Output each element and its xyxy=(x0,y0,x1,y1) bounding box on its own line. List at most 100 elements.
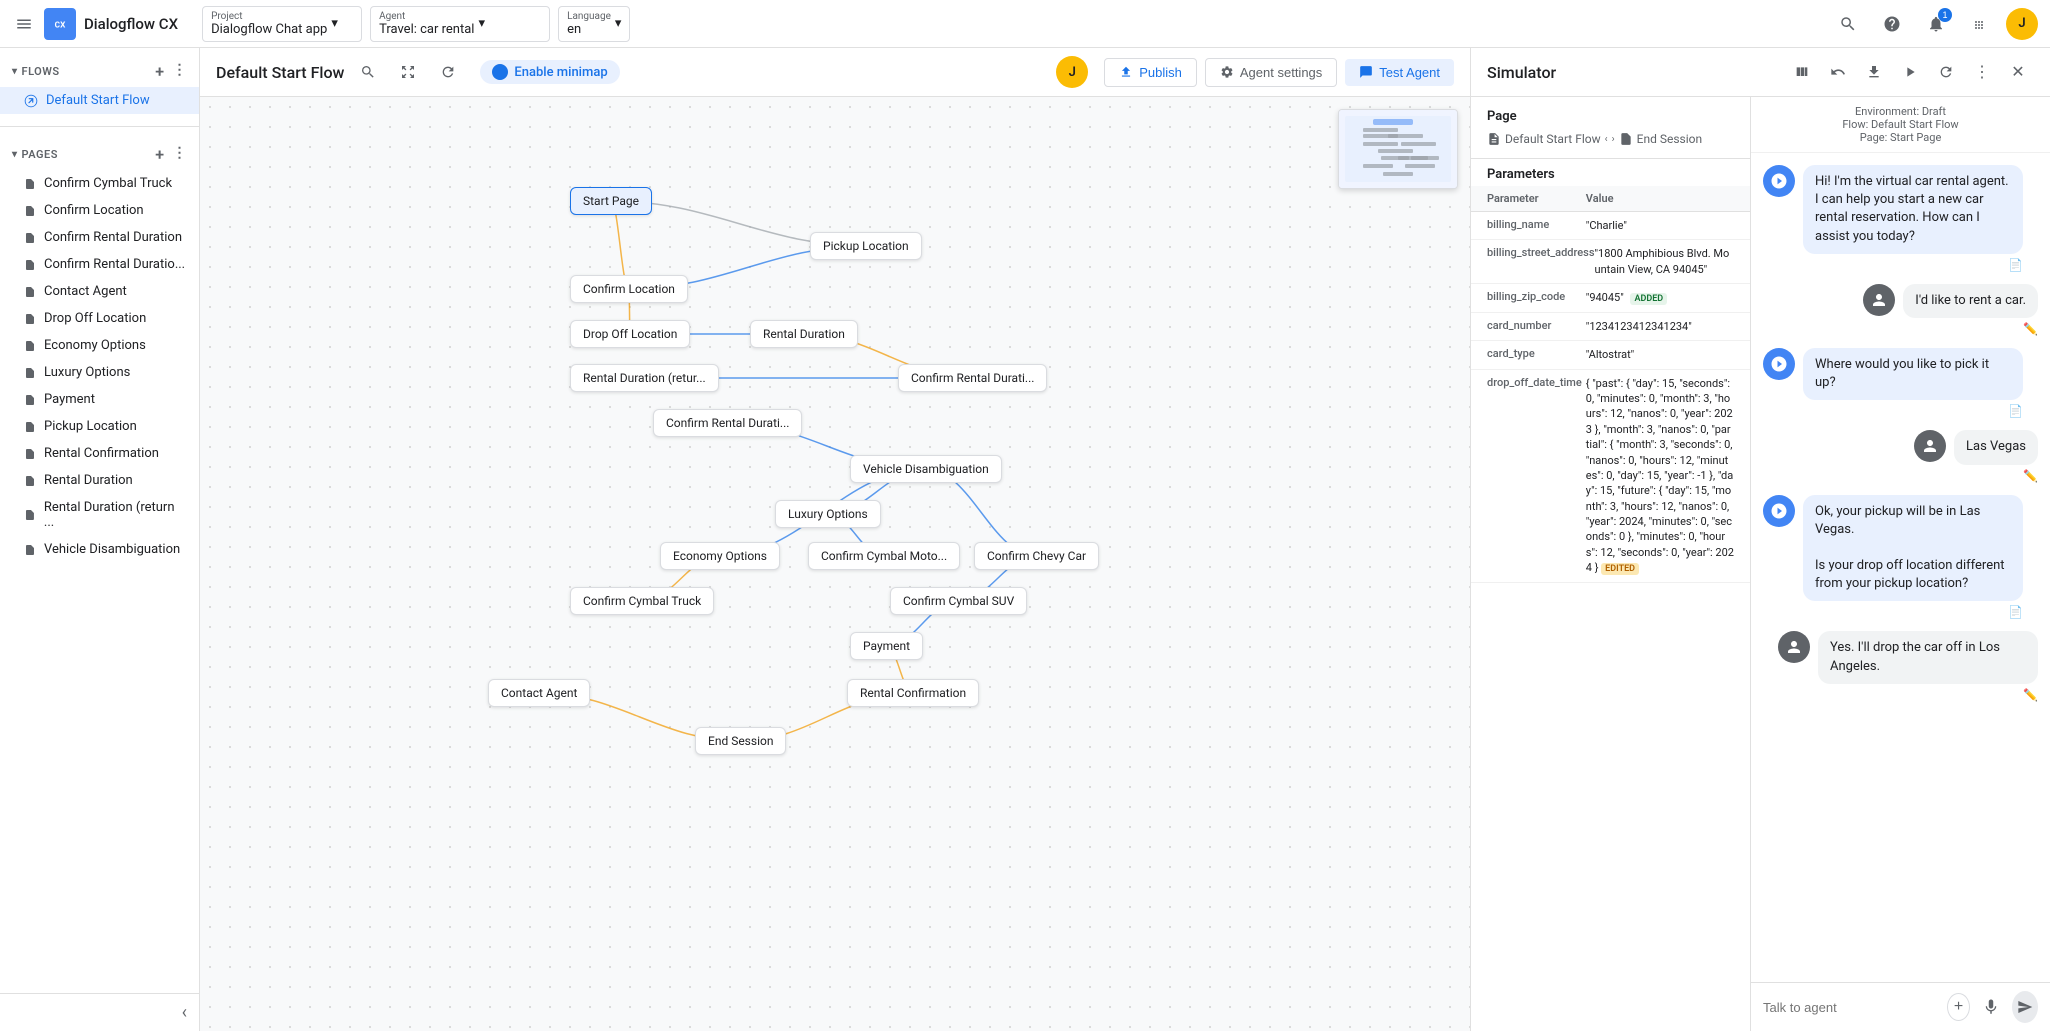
notifications-button[interactable]: 1 xyxy=(1918,6,1954,42)
chat-send-button[interactable] xyxy=(2012,991,2038,1023)
user-avatar-1 xyxy=(1863,284,1895,316)
agent-avatar-4 xyxy=(1763,495,1795,527)
sidebar-item-13[interactable]: Vehicle Disambiguation xyxy=(0,536,199,563)
sim-refresh-button[interactable] xyxy=(1930,56,1962,88)
chat-panel: Environment: Draft Flow: Default Start F… xyxy=(1751,97,2050,1031)
chat-input[interactable] xyxy=(1763,1000,1939,1015)
flow-node-rental-conf[interactable]: Rental Confirmation xyxy=(847,679,979,707)
flow-node-pickup[interactable]: Pickup Location xyxy=(810,232,922,260)
param-row-1: billing_street_address"1800 Amphibious B… xyxy=(1471,240,1750,284)
pages-add-button[interactable]: + xyxy=(155,145,164,164)
edit-icon-1[interactable]: ✏️ xyxy=(2023,322,2038,336)
agent-dropdown-arrow: ▾ xyxy=(478,16,485,31)
menu-icon[interactable] xyxy=(12,12,36,36)
flow-node-dropoff[interactable]: Drop Off Location xyxy=(570,320,690,348)
flow-node-economy[interactable]: Economy Options xyxy=(660,542,780,570)
flow-node-confirm-cymbal-moto[interactable]: Confirm Cymbal Moto... xyxy=(808,542,960,570)
sidebar-item-12[interactable]: Rental Duration (return ... xyxy=(0,494,199,536)
sidebar-item-10[interactable]: Rental Confirmation xyxy=(0,440,199,467)
flow-node-confirm-cymbal-suv[interactable]: Confirm Cymbal SUV xyxy=(890,587,1027,615)
zoom-fit-button[interactable] xyxy=(392,56,424,88)
flow-node-confirm-rental-dur[interactable]: Confirm Rental Durati... xyxy=(898,364,1047,392)
sim-export-button[interactable] xyxy=(1858,56,1890,88)
sim-columns-button[interactable] xyxy=(1786,56,1818,88)
sidebar-collapse-button[interactable]: ‹ xyxy=(182,1002,187,1023)
top-nav: CX Dialogflow CX Project Dialogflow Chat… xyxy=(0,0,2050,48)
agent-settings-button[interactable]: Agent settings xyxy=(1205,58,1337,87)
publish-button[interactable]: Publish xyxy=(1104,58,1197,87)
breadcrumb-arrow-right: › xyxy=(1612,134,1615,145)
sim-play-button[interactable] xyxy=(1894,56,1926,88)
flows-label: FLOWS xyxy=(22,65,60,78)
agent-dropdown[interactable]: Agent Travel: car rental ▾ xyxy=(370,6,550,42)
sidebar-item-1[interactable]: Confirm Location xyxy=(0,197,199,224)
user-avatar-5 xyxy=(1778,631,1810,663)
canvas-area: Default Start Flow Enable minimap J Publ… xyxy=(200,48,1470,1031)
flow-canvas[interactable]: Start Page Pickup Location Confirm Locatio… xyxy=(200,97,1470,1031)
refresh-button[interactable] xyxy=(432,56,464,88)
sidebar-item-7[interactable]: Luxury Options xyxy=(0,359,199,386)
page-icon xyxy=(1487,132,1501,146)
agent-icon xyxy=(1770,355,1788,373)
chat-message-3: Las Vegas ✏️ xyxy=(1763,430,2038,482)
apps-button[interactable] xyxy=(1962,6,1998,42)
flow-node-end-session[interactable]: End Session xyxy=(695,727,786,755)
pages-menu-button[interactable]: ⋮ xyxy=(173,145,188,164)
chat-mic-button[interactable] xyxy=(1978,991,2004,1023)
nav-icons: 1 J xyxy=(1830,6,2038,42)
help-button[interactable] xyxy=(1874,6,1910,42)
added-badge: ADDED xyxy=(1630,293,1667,305)
search-flow-button[interactable] xyxy=(352,56,384,88)
flow-node-luxury[interactable]: Luxury Options xyxy=(775,500,881,528)
flows-expand-icon[interactable]: ▾ xyxy=(12,66,18,77)
sidebar-item-8[interactable]: Payment xyxy=(0,386,199,413)
sidebar-item-9[interactable]: Pickup Location xyxy=(0,413,199,440)
test-agent-button[interactable]: Test Agent xyxy=(1345,59,1454,86)
flow-node-confirm-chevy[interactable]: Confirm Chevy Car xyxy=(974,542,1099,570)
chat-add-button[interactable]: + xyxy=(1947,993,1970,1021)
project-dropdown[interactable]: Project Dialogflow Chat app ▾ xyxy=(202,6,362,42)
sidebar-item-default-start-flow[interactable]: Default Start Flow xyxy=(0,87,199,114)
flow-node-confirm-rental-dur2[interactable]: Confirm Rental Durati... xyxy=(653,409,802,437)
flow-node-payment[interactable]: Payment xyxy=(850,632,923,660)
user-avatar[interactable]: J xyxy=(2006,8,2038,40)
param-row-0: billing_name"Charlie" xyxy=(1471,212,1750,240)
agent-value: Travel: car rental xyxy=(379,22,474,37)
page-item-icon xyxy=(24,447,36,461)
flow-node-rental-dur-retur[interactable]: Rental Duration (retur... xyxy=(570,364,719,392)
project-value: Dialogflow Chat app xyxy=(211,22,327,37)
page-icon-0: 📄 xyxy=(2008,258,2023,272)
edit-icon-5[interactable]: ✏️ xyxy=(2023,688,2038,702)
flow-node-contact-agent[interactable]: Contact Agent xyxy=(488,679,590,707)
sidebar-item-3[interactable]: Confirm Rental Duratio... xyxy=(0,251,199,278)
sidebar-item-6[interactable]: Economy Options xyxy=(0,332,199,359)
sim-more-button[interactable]: ⋮ xyxy=(1966,56,1998,88)
minimap-toggle[interactable]: Enable minimap xyxy=(480,60,619,84)
sim-close-button[interactable]: ✕ xyxy=(2002,56,2034,88)
language-dropdown[interactable]: Language en ▾ xyxy=(558,6,630,42)
flow-icon xyxy=(24,94,38,108)
sidebar-item-11[interactable]: Rental Duration xyxy=(0,467,199,494)
flows-menu-button[interactable]: ⋮ xyxy=(173,62,188,81)
flow-node-confirm-cymbal-truck[interactable]: Confirm Cymbal Truck xyxy=(570,587,714,615)
edit-icon-3[interactable]: ✏️ xyxy=(2023,469,2038,483)
sidebar-item-2[interactable]: Confirm Rental Duration xyxy=(0,224,199,251)
sim-undo-button[interactable] xyxy=(1822,56,1854,88)
flow-node-vehicle-dis[interactable]: Vehicle Disambiguation xyxy=(850,455,1002,483)
flow-node-rental-dur[interactable]: Rental Duration xyxy=(750,320,858,348)
flow-node-start[interactable]: Start Page xyxy=(570,187,652,215)
flow-node-confirm-loc[interactable]: Confirm Location xyxy=(570,275,688,303)
chat-input-area: + xyxy=(1751,982,2050,1031)
sidebar-item-5[interactable]: Drop Off Location xyxy=(0,305,199,332)
param-name: card_number xyxy=(1487,319,1586,334)
publish-icon xyxy=(1119,65,1133,79)
canvas-user-avatar[interactable]: J xyxy=(1056,56,1088,88)
sidebar-item-0[interactable]: Confirm Cymbal Truck xyxy=(0,170,199,197)
param-value: "Altostrat" xyxy=(1586,347,1734,362)
flows-add-button[interactable]: + xyxy=(155,62,164,81)
pages-expand-icon[interactable]: ▾ xyxy=(12,149,18,160)
search-button[interactable] xyxy=(1830,6,1866,42)
sidebar-item-4[interactable]: Contact Agent xyxy=(0,278,199,305)
agent-bubble-4: Ok, your pickup will be in Las Vegas.Is … xyxy=(1803,495,2023,602)
agent-label: Agent xyxy=(379,11,474,22)
